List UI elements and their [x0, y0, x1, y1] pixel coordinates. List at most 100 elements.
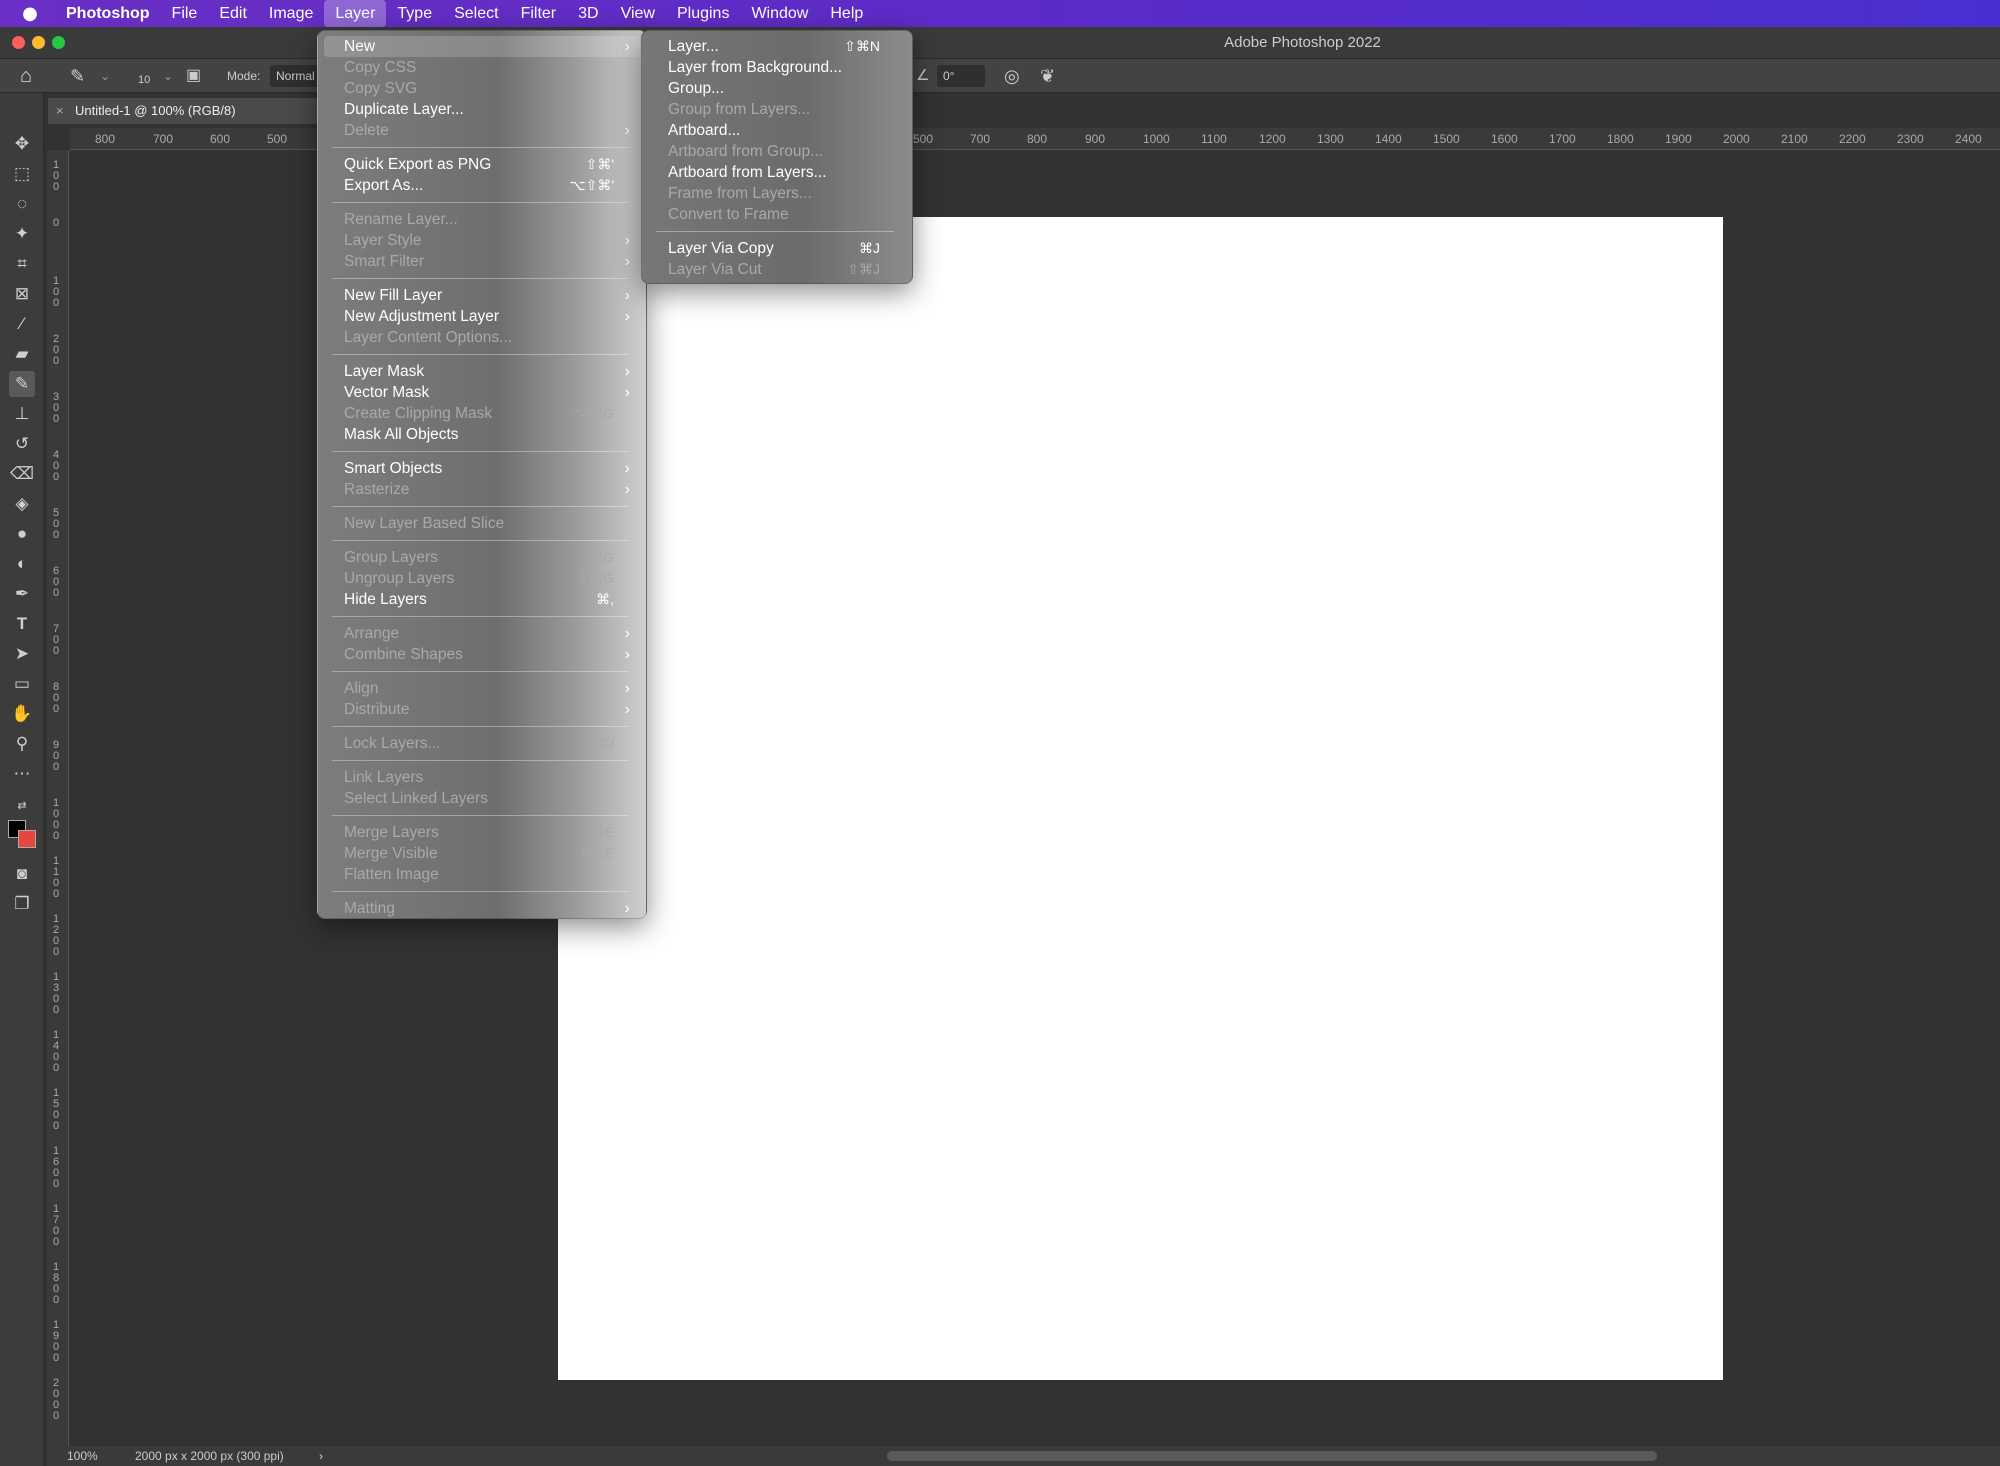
brush-preset-icon[interactable]: ✎ [70, 59, 85, 93]
mode-select[interactable]: Normal [270, 65, 318, 87]
menu-separator [332, 540, 628, 541]
menu-item-artboard-from-layers[interactable]: Artboard from Layers... [648, 162, 906, 183]
frame-tool-icon[interactable]: ⊠ [9, 281, 35, 307]
brush-size[interactable]: 10 [138, 67, 150, 87]
rectangle-tool-icon[interactable]: ▭ [9, 671, 35, 697]
more-tools-icon[interactable]: ⋯ [9, 761, 35, 787]
menu-file[interactable]: File [161, 0, 209, 27]
menu-type[interactable]: Type [386, 0, 443, 27]
chevron-right-icon: › [624, 646, 630, 663]
menu-item-create-clipping-mask: Create Clipping Mask ⌥⌘G [324, 403, 640, 424]
stamp-tool-icon[interactable]: ⊥ [9, 401, 35, 427]
menu-item-mask-all-objects[interactable]: Mask All Objects [324, 424, 640, 445]
menu-image[interactable]: Image [258, 0, 324, 27]
menu-item-vector-mask[interactable]: Vector Mask › [324, 382, 640, 403]
menu-item-hide-layers[interactable]: Hide Layers ⌘, [324, 589, 640, 610]
menu-item-new-adjustment-layer[interactable]: New Adjustment Layer › [324, 306, 640, 327]
hand-tool-icon[interactable]: ✋ [9, 701, 35, 727]
menu-item-label: Arrange [344, 625, 400, 642]
path-selection-tool-icon[interactable]: ➤ [9, 641, 35, 667]
angle-field[interactable]: 0° [937, 65, 985, 87]
menu-filter[interactable]: Filter [510, 0, 568, 27]
status-more-icon[interactable]: › [319, 1446, 323, 1466]
ruler-tick-label: 1800 [53, 1261, 60, 1306]
menu-item-label: Convert to Frame [668, 206, 789, 223]
menu-item-new[interactable]: New › [324, 36, 640, 57]
menu-item-artboard[interactable]: Artboard... [648, 120, 906, 141]
menu-item-duplicate-layer[interactable]: Duplicate Layer... [324, 99, 640, 120]
close-window-button[interactable] [12, 36, 25, 49]
crop-tool-icon[interactable]: ⌗ [9, 251, 35, 277]
background-color-swatch[interactable] [18, 830, 36, 848]
zoom-tool-icon[interactable]: ⚲ [9, 731, 35, 757]
chevron-right-icon: › [624, 287, 630, 304]
menu-item-shortcut: ⌘G [589, 549, 614, 565]
options-bar: ⌂ ✎ ⌄ 10 ⌄ ▣ Mode: Normal ∠ 0° ◎ ❦ [0, 59, 2000, 93]
ruler-tick-label: 500 [53, 507, 60, 541]
move-tool-icon[interactable]: ✥ [9, 131, 35, 157]
menu-item-label: Mask All Objects [344, 426, 459, 443]
screen-mode-icon[interactable]: ❐ [9, 891, 35, 917]
pen-tool-icon[interactable]: ✒ [9, 581, 35, 607]
menu-item-label: Export As... [344, 177, 424, 194]
marquee-tool-icon[interactable]: ⬚ [9, 161, 35, 187]
document-info: 2000 px x 2000 px (300 ppi) [135, 1449, 284, 1463]
lasso-tool-icon[interactable]: ◌ [9, 191, 35, 217]
menu-3d[interactable]: 3D [567, 0, 609, 27]
menu-separator [332, 726, 628, 727]
menu-items: File Edit Image Layer Type Select Filter 3D View… [161, 0, 875, 27]
quick-mask-icon[interactable]: ◙ [9, 861, 35, 887]
menu-help[interactable]: Help [819, 0, 874, 27]
close-tab-icon[interactable]: × [56, 98, 64, 124]
document-tab[interactable]: × Untitled-1 @ 100% (RGB/8) [48, 98, 318, 124]
document-canvas[interactable] [558, 217, 1723, 1380]
menu-item-layer-via-copy[interactable]: Layer Via Copy ⌘J [648, 238, 906, 259]
chevron-down-icon[interactable]: ⌄ [100, 59, 110, 93]
menu-item-layer-mask[interactable]: Layer Mask › [324, 361, 640, 382]
menu-layer[interactable]: Layer [324, 0, 387, 27]
menu-view[interactable]: View [610, 0, 666, 27]
document-tab-title: Untitled-1 @ 100% (RGB/8) [75, 103, 236, 118]
menu-item-export-as[interactable]: Export As... ⌥⇧⌘' [324, 175, 640, 196]
eyedropper-tool-icon[interactable]: ⁄ [9, 311, 35, 337]
menu-item-shortcut: ⌘, [596, 591, 614, 607]
symmetry-icon[interactable]: ❦ [1040, 59, 1055, 93]
type-tool-icon[interactable]: T [9, 611, 35, 637]
healing-brush-tool-icon[interactable]: ▰ [9, 341, 35, 367]
magic-wand-tool-icon[interactable]: ✦ [9, 221, 35, 247]
menu-item-smart-objects[interactable]: Smart Objects › [324, 458, 640, 479]
menu-item-layer-from-background[interactable]: Layer from Background... [648, 57, 906, 78]
brush-tool-icon[interactable]: ✎ [9, 371, 35, 397]
menu-item-new-fill-layer[interactable]: New Fill Layer › [324, 285, 640, 306]
menu-select[interactable]: Select [443, 0, 509, 27]
history-brush-tool-icon[interactable]: ↺ [9, 431, 35, 457]
zoom-window-button[interactable] [52, 36, 65, 49]
horizontal-scrollbar[interactable] [887, 1451, 1657, 1461]
pressure-icon[interactable]: ◎ [1004, 59, 1020, 93]
ruler-tick-label: 800 [95, 132, 116, 146]
menu-item-label: Layer Via Cut [668, 261, 762, 278]
menu-window[interactable]: Window [740, 0, 819, 27]
blur-tool-icon[interactable]: ● [9, 521, 35, 547]
eraser-tool-icon[interactable]: ⌫ [9, 461, 35, 487]
menu-item-shortcut: ⇧⌘G [577, 570, 614, 586]
menu-item-label: Hide Layers [344, 591, 427, 608]
swap-colors-icon[interactable]: ⇄ [9, 793, 35, 819]
menu-item-layer[interactable]: Layer... ⇧⌘N [648, 36, 906, 57]
chevron-down-icon[interactable]: ⌄ [163, 59, 173, 93]
paint-bucket-tool-icon[interactable]: ◈ [9, 491, 35, 517]
menu-item-group[interactable]: Group... [648, 78, 906, 99]
menu-edit[interactable]: Edit [208, 0, 258, 27]
brush-settings-icon[interactable]: ▣ [186, 59, 208, 93]
dodge-tool-icon[interactable]: ◐ [9, 551, 35, 577]
home-icon[interactable]: ⌂ [20, 59, 32, 93]
minimize-window-button[interactable] [32, 36, 45, 49]
ruler-tick-label: 1000 [1143, 132, 1170, 146]
apple-logo-icon[interactable]: ● [0, 0, 60, 27]
menu-item-label: Select Linked Layers [344, 790, 488, 807]
menu-app-photoshop[interactable]: Photoshop [60, 0, 161, 27]
menu-item-quick-export-as-png[interactable]: Quick Export as PNG ⇧⌘' [324, 154, 640, 175]
zoom-level[interactable]: 100% [67, 1446, 98, 1466]
menu-plugins[interactable]: Plugins [666, 0, 740, 27]
menu-item-label: Copy SVG [344, 80, 418, 97]
